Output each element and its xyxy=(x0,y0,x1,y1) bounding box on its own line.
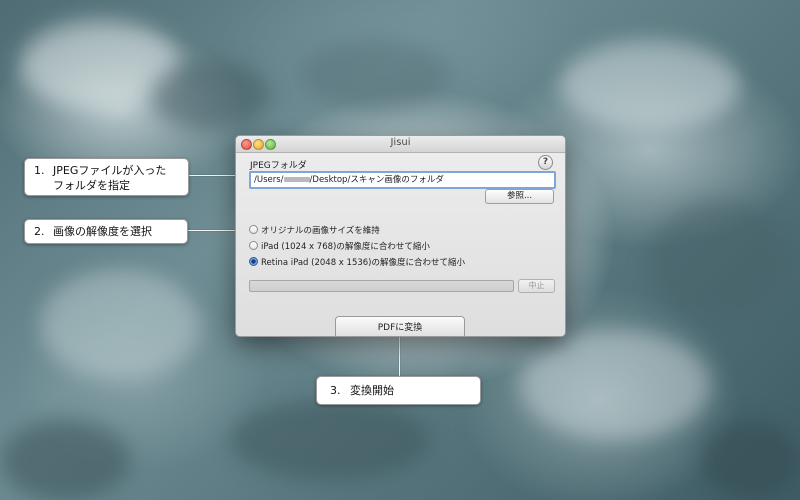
callout-number: 1. xyxy=(34,164,45,177)
title-bar[interactable]: Jisui xyxy=(236,136,565,153)
radio-button[interactable] xyxy=(249,225,258,234)
radio-option-retina-ipad[interactable]: Retina iPad (2048 x 1536)の解像度に合わせて縮小 xyxy=(249,257,465,269)
help-button[interactable]: ? xyxy=(538,155,553,170)
window-content: ? JPEGフォルダ /Users/ /Desktop/スキャン画像のフォルダ 参… xyxy=(236,153,565,336)
callout-number: 3. xyxy=(330,384,341,397)
redacted-username xyxy=(283,177,310,182)
jpeg-folder-label: JPEGフォルダ xyxy=(250,161,307,171)
callout-line: JPEGファイルが入った xyxy=(53,164,167,177)
window-title: Jisui xyxy=(390,137,411,148)
radio-button[interactable] xyxy=(249,241,258,250)
radio-option-ipad[interactable]: iPad (1024 x 768)の解像度に合わせて縮小 xyxy=(249,241,430,253)
radio-button-selected[interactable] xyxy=(249,257,258,266)
radio-label: iPad (1024 x 768)の解像度に合わせて縮小 xyxy=(261,242,430,252)
path-suffix: /Desktop/スキャン画像のフォルダ xyxy=(309,175,444,185)
radio-label: オリジナルの画像サイズを維持 xyxy=(261,226,380,236)
browse-button[interactable]: 参照... xyxy=(485,189,554,204)
callout-step-3: 3. 変換開始 xyxy=(316,376,481,405)
convert-to-pdf-button[interactable]: PDFに変換 xyxy=(335,316,465,336)
folder-path-field[interactable]: /Users/ /Desktop/スキャン画像のフォルダ xyxy=(249,171,556,189)
callout-step-1: 1. JPEGファイルが入った フォルダを指定 xyxy=(24,158,189,196)
progress-bar xyxy=(249,280,514,292)
stop-button[interactable]: 中止 xyxy=(518,279,555,293)
radio-label: Retina iPad (2048 x 1536)の解像度に合わせて縮小 xyxy=(261,258,465,268)
callout-line: フォルダを指定 xyxy=(53,179,130,192)
callout-number: 2. xyxy=(34,225,45,238)
callout-text: JPEGファイルが入った フォルダを指定 xyxy=(53,163,166,193)
callout-step-2: 2. 画像の解像度を選択 xyxy=(24,219,188,244)
path-prefix: /Users/ xyxy=(254,175,284,185)
radio-option-original[interactable]: オリジナルの画像サイズを維持 xyxy=(249,225,380,237)
callout-text: 変換開始 xyxy=(350,384,394,397)
jisui-window: Jisui ? JPEGフォルダ /Users/ /Desktop/スキャン画像の… xyxy=(235,135,566,337)
callout-text: 画像の解像度を選択 xyxy=(53,225,152,238)
